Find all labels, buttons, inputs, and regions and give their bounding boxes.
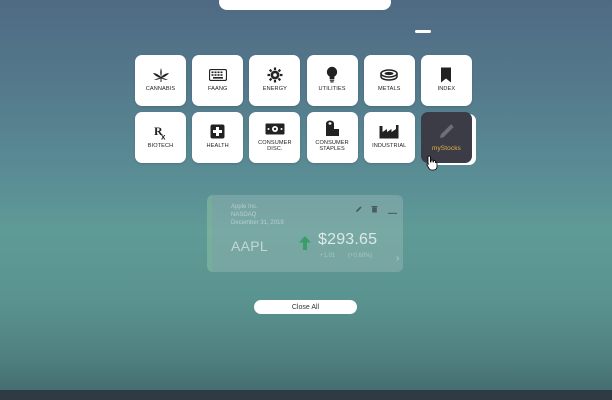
- minimize-dash[interactable]: [415, 30, 431, 33]
- close-all-button[interactable]: Close All: [254, 300, 357, 314]
- metal-ring-icon: [379, 66, 399, 83]
- rx-icon: Rx: [151, 123, 171, 140]
- category-label: CONSUMER STAPLES: [315, 140, 349, 153]
- trash-icon[interactable]: [371, 200, 378, 218]
- search-bar[interactable]: [219, 0, 391, 10]
- cannabis-leaf-icon: [151, 66, 171, 83]
- category-label: CONSUMER DISC.: [258, 140, 292, 153]
- category-faang[interactable]: FAANG: [192, 55, 244, 106]
- category-label: CANNABIS: [145, 86, 176, 92]
- keyboard-icon: [208, 66, 228, 83]
- stock-card[interactable]: Apple Inc. NASDAQ December 31, 2019 AAPL…: [207, 195, 403, 272]
- edit-pencil-icon[interactable]: [355, 200, 363, 218]
- up-arrow-icon: [298, 235, 312, 256]
- category-utilities[interactable]: UTILITIES: [306, 55, 358, 106]
- bookmark-icon: [436, 66, 456, 83]
- category-label: FAANG: [207, 86, 228, 92]
- chevron-right-icon[interactable]: ›: [396, 253, 399, 264]
- category-consumer-disc[interactable]: CONSUMER DISC.: [249, 112, 301, 163]
- category-consumer-staples[interactable]: CONSUMER STAPLES: [306, 112, 358, 163]
- factory-icon: [379, 123, 399, 140]
- bottom-taskbar: [0, 390, 612, 400]
- hand-pointer-cursor-icon: [426, 155, 438, 176]
- company-name: Apple Inc.: [231, 204, 258, 210]
- category-label: ENERGY: [262, 86, 287, 92]
- category-index[interactable]: INDEX: [420, 55, 472, 106]
- category-energy[interactable]: ENERGY: [249, 55, 301, 106]
- category-label: INDUSTRIAL: [372, 143, 407, 149]
- minimize-icon[interactable]: [388, 202, 397, 220]
- category-label: HEALTH: [206, 143, 229, 149]
- svg-text:x: x: [161, 132, 166, 140]
- category-metals[interactable]: METALS: [363, 55, 415, 106]
- lightbulb-icon: [322, 66, 342, 83]
- category-label: INDEX: [437, 86, 456, 92]
- pencil-icon: [436, 123, 456, 140]
- gear-icon: [265, 66, 285, 83]
- exchange-name: NASDAQ: [231, 212, 257, 218]
- money-icon: [265, 120, 285, 137]
- category-cannabis[interactable]: CANNABIS: [135, 55, 186, 106]
- category-label: METALS: [377, 86, 401, 92]
- category-label: BIOTECH: [147, 143, 174, 149]
- quote-date: December 31, 2019: [231, 220, 284, 226]
- stock-price: $293.65: [318, 231, 378, 248]
- toilet-paper-icon: [322, 120, 342, 137]
- category-label: UTILITIES: [318, 86, 346, 92]
- ticker-symbol: AAPL: [231, 238, 268, 254]
- category-health[interactable]: HEALTH: [192, 112, 244, 163]
- medical-cross-icon: [208, 123, 228, 140]
- category-label: myStocks: [431, 145, 461, 152]
- category-grid: CANNABIS FAANG ENERGY UTILITIES METALS I…: [135, 55, 477, 163]
- category-industrial[interactable]: INDUSTRIAL: [363, 112, 415, 163]
- price-change-percent: (+0.60%): [348, 253, 373, 259]
- price-change: +1.01: [320, 253, 336, 259]
- category-biotech[interactable]: Rx BIOTECH: [135, 112, 186, 163]
